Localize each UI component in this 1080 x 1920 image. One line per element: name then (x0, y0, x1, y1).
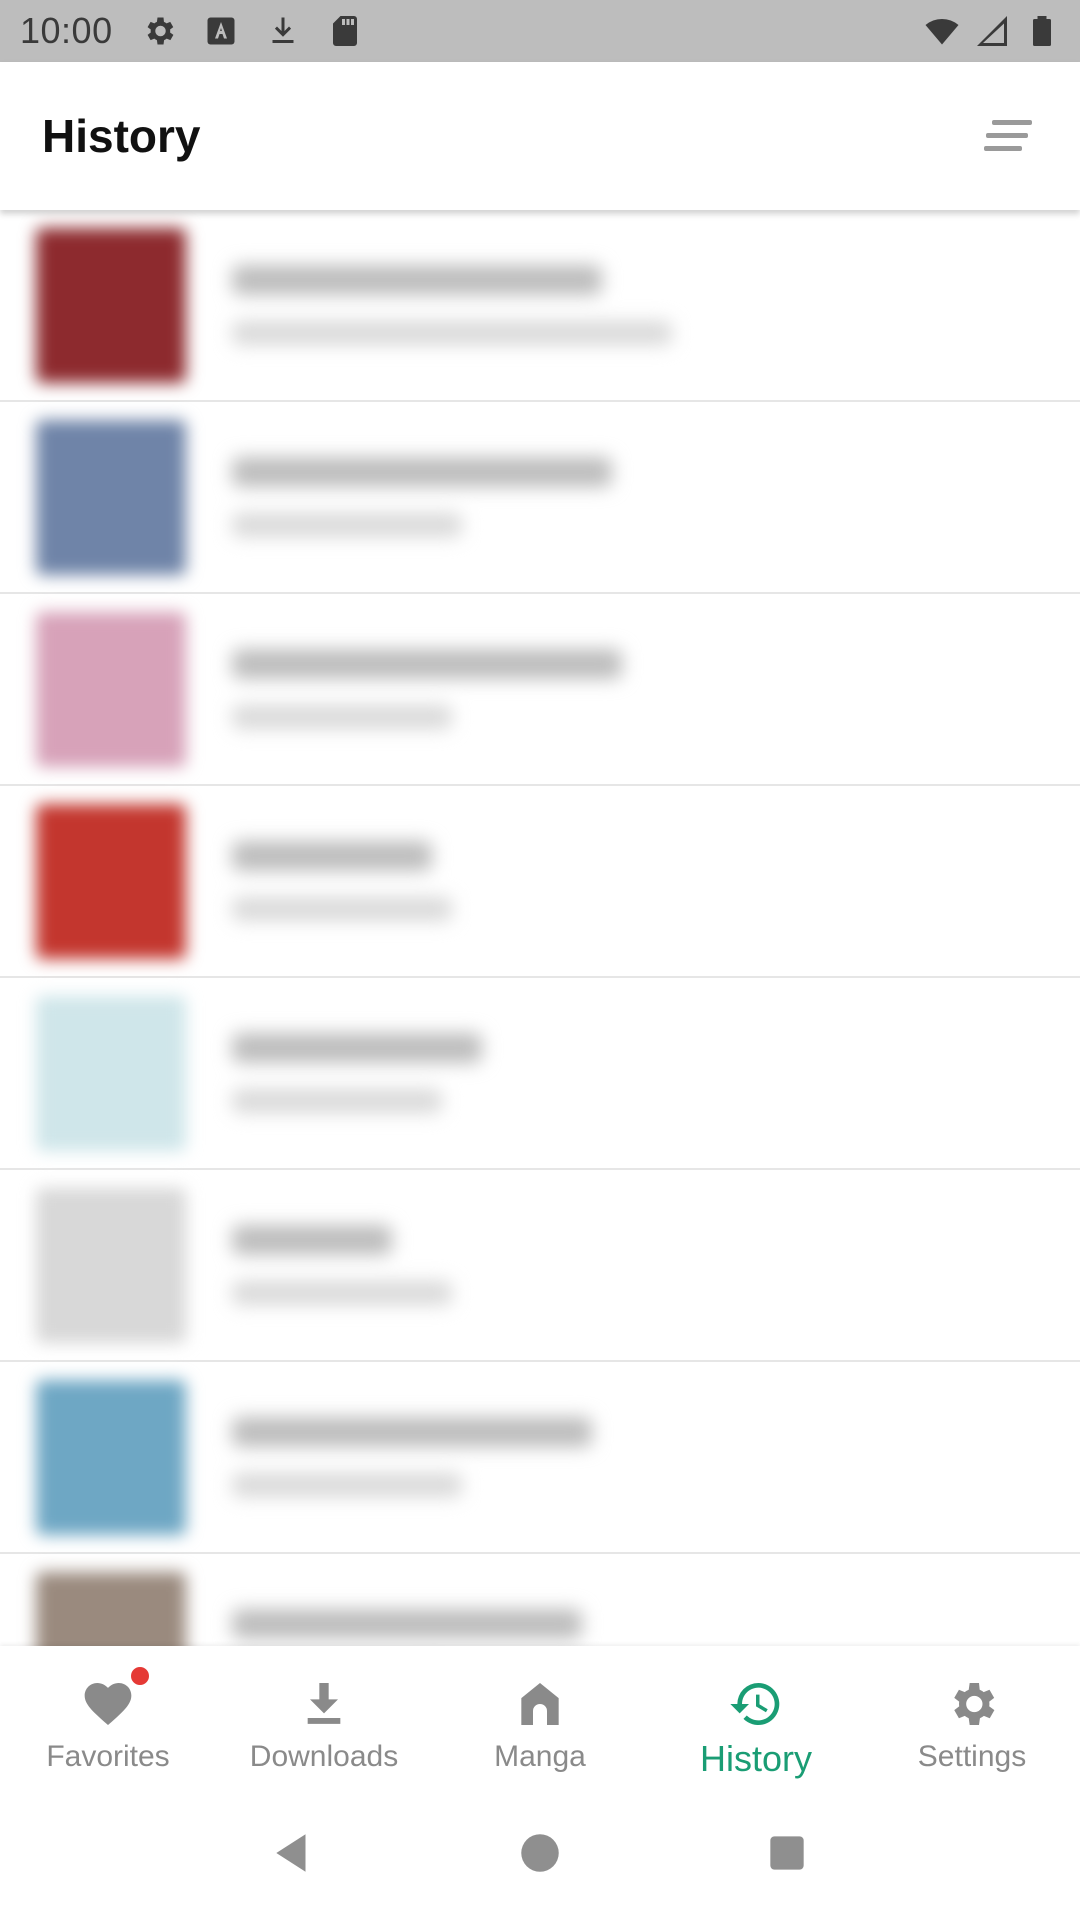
history-item[interactable] (0, 594, 1080, 786)
app-bar: History (0, 62, 1080, 210)
history-item[interactable] (0, 786, 1080, 978)
sort-button[interactable] (978, 106, 1038, 166)
history-icon (726, 1674, 786, 1734)
settings-icon (141, 13, 177, 49)
history-item[interactable] (0, 978, 1080, 1170)
history-item[interactable] (0, 210, 1080, 402)
system-navigation-bar (0, 1786, 1080, 1920)
manga-title-blurred (232, 265, 602, 295)
history-item-text (232, 1609, 582, 1646)
wifi-icon (924, 13, 960, 49)
battery-icon (1024, 13, 1060, 49)
status-icons-right (924, 13, 1060, 49)
download-icon (294, 1674, 354, 1734)
manga-cover-thumbnail (36, 611, 186, 767)
back-button[interactable] (263, 1823, 323, 1883)
home-circle-icon (521, 1834, 559, 1872)
manga-title-blurred (232, 841, 432, 871)
bottom-navigation: Favorites Downloads Manga History Settin… (0, 1646, 1080, 1786)
manga-title-blurred (232, 457, 612, 487)
nav-favorites[interactable]: Favorites (0, 1646, 216, 1786)
chapter-info-blurred (232, 1473, 462, 1497)
chapter-info-blurred (232, 1089, 442, 1113)
history-list[interactable] (0, 210, 1080, 1646)
home-button[interactable] (510, 1823, 570, 1883)
heart-icon (78, 1664, 152, 1734)
manga-cover-thumbnail (36, 227, 186, 383)
manga-title-blurred (232, 649, 622, 679)
nav-history[interactable]: History (648, 1646, 864, 1786)
manga-title-blurred (232, 1033, 482, 1063)
nav-settings[interactable]: Settings (864, 1646, 1080, 1786)
status-icons-left (141, 13, 363, 49)
home-icon (510, 1674, 570, 1734)
recents-button[interactable] (757, 1823, 817, 1883)
history-item-text (232, 457, 612, 537)
manga-cover-thumbnail (36, 1571, 186, 1646)
status-bar: 10:00 (0, 0, 1080, 62)
manga-title-blurred (232, 1417, 592, 1447)
history-item-text (232, 1225, 452, 1305)
sd-card-icon (327, 13, 363, 49)
chapter-info-blurred (232, 897, 452, 921)
nav-label: Manga (494, 1740, 586, 1773)
history-item-text (232, 649, 622, 729)
chapter-info-blurred (232, 321, 672, 345)
manga-cover-thumbnail (36, 419, 186, 575)
history-item-text (232, 1417, 592, 1497)
manga-title-blurred (232, 1609, 582, 1639)
history-item[interactable] (0, 1554, 1080, 1646)
nav-label: History (699, 1738, 812, 1779)
nav-label: Favorites (46, 1740, 170, 1773)
notification-badge (128, 1664, 152, 1688)
download-icon (265, 13, 301, 49)
sort-icon (984, 120, 1032, 151)
gear-icon (942, 1674, 1002, 1734)
history-item[interactable] (0, 1170, 1080, 1362)
history-item[interactable] (0, 1362, 1080, 1554)
manga-cover-thumbnail (36, 803, 186, 959)
history-item-text (232, 841, 452, 921)
history-item[interactable] (0, 402, 1080, 594)
nav-manga[interactable]: Manga (432, 1646, 648, 1786)
chapter-info-blurred (232, 1281, 452, 1305)
back-icon (276, 1834, 306, 1872)
page-title: History (42, 110, 201, 162)
chapter-info-blurred (232, 513, 462, 537)
chapter-info-blurred (232, 705, 452, 729)
manga-cover-thumbnail (36, 995, 186, 1151)
status-time: 10:00 (20, 10, 113, 51)
recents-icon (769, 1836, 804, 1870)
manga-cover-thumbnail (36, 1187, 186, 1343)
nav-label: Settings (917, 1740, 1027, 1773)
text-a-icon (203, 13, 239, 49)
history-item-text (232, 1033, 482, 1113)
nav-label: Downloads (249, 1740, 399, 1773)
nav-downloads[interactable]: Downloads (216, 1646, 432, 1786)
history-item-text (232, 265, 672, 345)
manga-title-blurred (232, 1225, 392, 1255)
cell-signal-icon (974, 13, 1010, 49)
manga-cover-thumbnail (36, 1379, 186, 1535)
